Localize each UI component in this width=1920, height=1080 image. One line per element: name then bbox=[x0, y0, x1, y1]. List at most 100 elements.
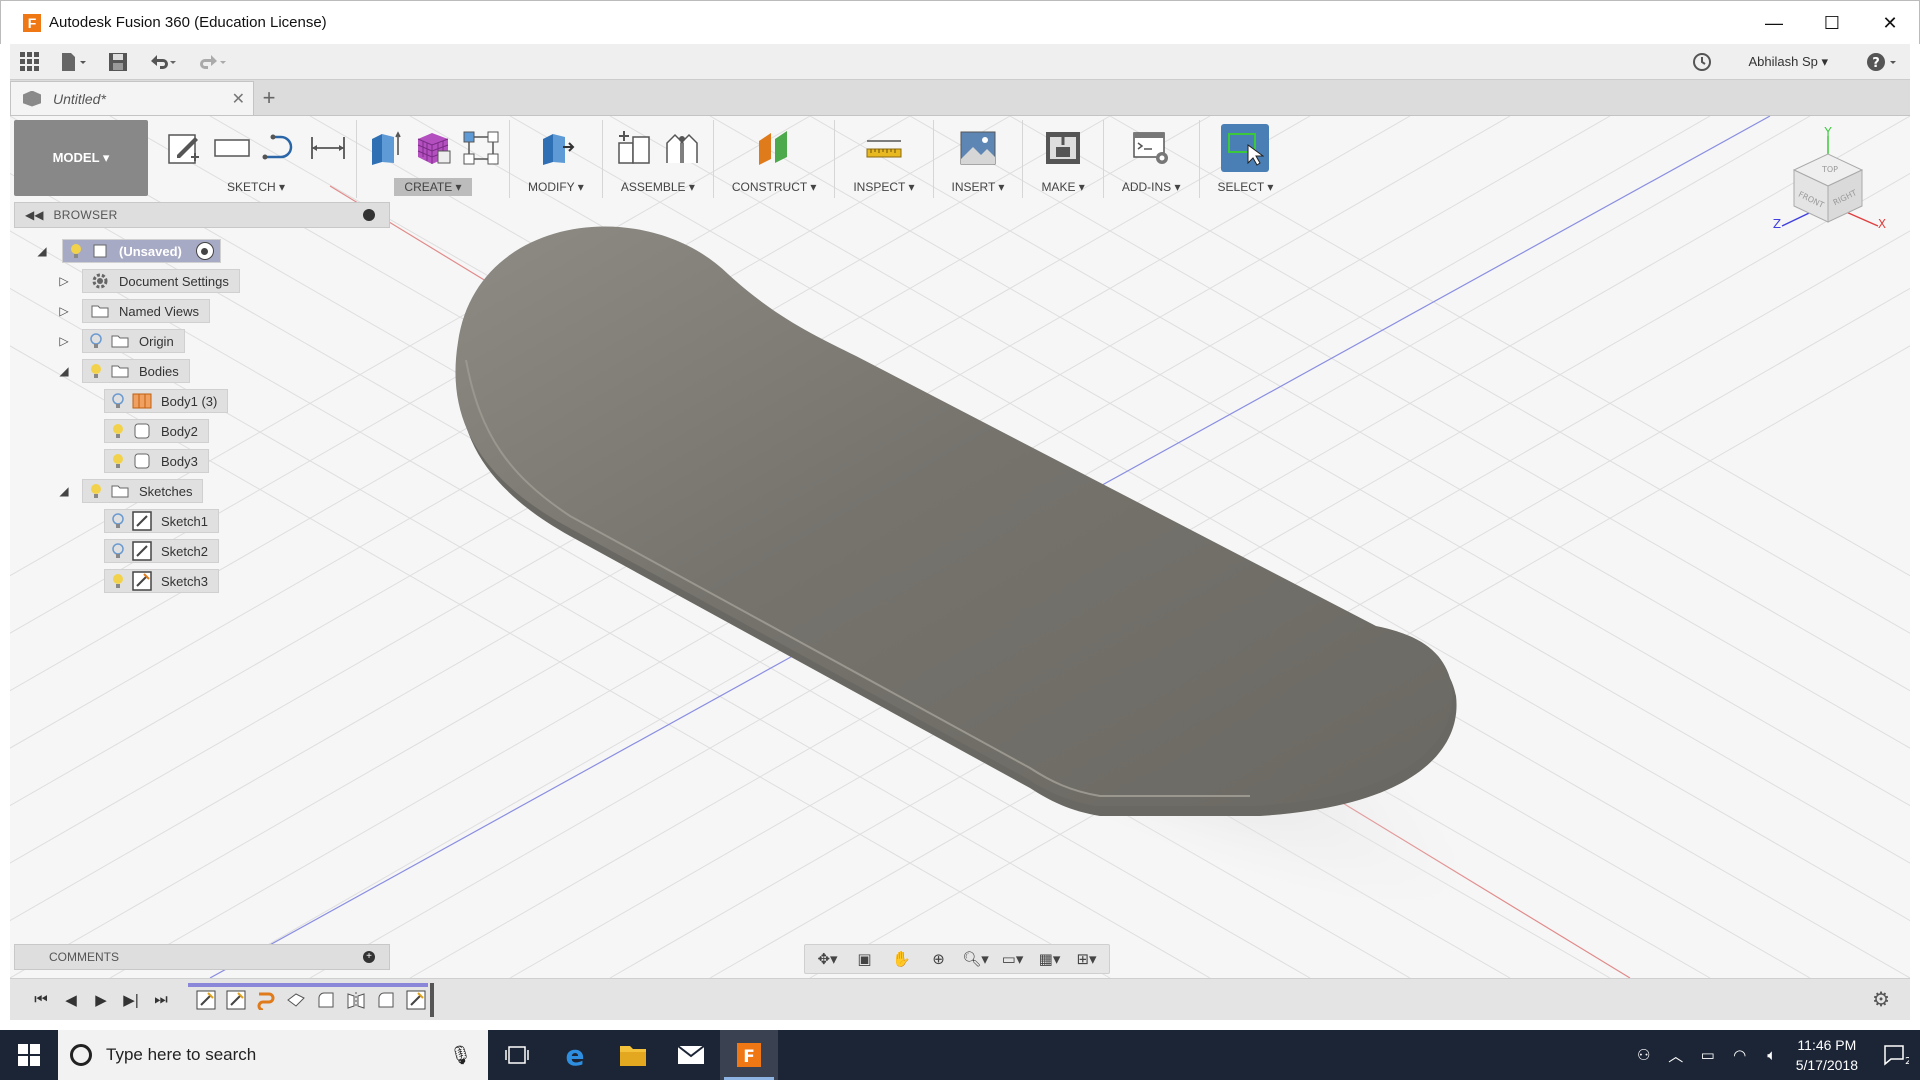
addins-group[interactable]: ADD-INS ▾ bbox=[1104, 120, 1200, 198]
sketch-group[interactable]: SKETCH ▾ bbox=[156, 120, 357, 198]
rectangle-icon[interactable] bbox=[212, 127, 252, 169]
tree-row-root[interactable]: ◢ (Unsaved) bbox=[34, 238, 221, 264]
taskbar-search-box[interactable]: Type here to search 🎙︎ bbox=[58, 1030, 488, 1080]
timeline-fillet-icon[interactable] bbox=[314, 989, 338, 1011]
collapsed-triangle-icon[interactable]: ▷ bbox=[56, 333, 72, 349]
volume-icon[interactable]: 🔈︎ bbox=[1756, 1047, 1788, 1064]
timeline-extrude-icon[interactable] bbox=[284, 989, 308, 1011]
make-menu-label[interactable]: MAKE ▾ bbox=[1031, 178, 1094, 196]
battery-icon[interactable]: ▭ bbox=[1692, 1046, 1724, 1064]
go-to-end-icon[interactable]: ⏭ bbox=[146, 991, 176, 1008]
user-account-menu[interactable]: Abhilash Sp ▾ bbox=[1748, 54, 1828, 70]
redo-icon[interactable] bbox=[188, 44, 238, 80]
canvas-viewport[interactable] bbox=[10, 116, 1910, 978]
help-icon[interactable]: ? bbox=[1856, 44, 1910, 80]
tree-row-sketch3[interactable]: Sketch3 bbox=[104, 568, 219, 594]
wifi-icon[interactable]: ◠ bbox=[1724, 1046, 1756, 1064]
visibility-bulb-icon[interactable] bbox=[69, 243, 83, 259]
expanded-triangle-icon[interactable]: ◢ bbox=[34, 243, 50, 259]
line-icon[interactable] bbox=[260, 127, 300, 169]
tree-node-unsaved[interactable]: (Unsaved) bbox=[62, 239, 221, 263]
tree-node-document-settings[interactable]: Document Settings bbox=[82, 269, 240, 293]
insert-image-icon[interactable] bbox=[958, 127, 998, 169]
orbit-icon[interactable]: ✥▾ bbox=[814, 950, 842, 968]
scripts-addins-icon[interactable] bbox=[1131, 127, 1171, 169]
browser-header[interactable]: ◀◀ BROWSER bbox=[14, 202, 390, 228]
offset-plane-icon[interactable] bbox=[754, 127, 794, 169]
fusion-360-taskbar-icon[interactable]: F bbox=[720, 1030, 778, 1080]
step-forward-icon[interactable]: ▶| bbox=[116, 991, 146, 1009]
look-at-icon[interactable]: ▣ bbox=[851, 950, 879, 968]
windows-start-icon[interactable] bbox=[0, 1030, 58, 1080]
tree-node-body3[interactable]: Body3 bbox=[104, 449, 209, 473]
tree-row-origin[interactable]: ▷ Origin bbox=[56, 328, 185, 354]
people-icon[interactable]: ⚇ bbox=[1628, 1046, 1660, 1064]
timeline-fillet-icon[interactable] bbox=[374, 989, 398, 1011]
tree-row-bodies[interactable]: ◢ Bodies bbox=[56, 358, 190, 384]
show-hidden-icons-chevron-icon[interactable]: ︿ bbox=[1660, 1045, 1692, 1066]
tree-row-named-views[interactable]: ▷ Named Views bbox=[56, 298, 210, 324]
tree-row-body3[interactable]: Body3 bbox=[104, 448, 209, 474]
new-component-icon[interactable] bbox=[614, 127, 654, 169]
data-panel-grid-icon[interactable] bbox=[10, 44, 50, 80]
grid-settings-icon[interactable]: ▦▾ bbox=[1036, 950, 1064, 968]
tree-row-sketch1[interactable]: Sketch1 bbox=[104, 508, 219, 534]
addins-menu-label[interactable]: ADD-INS ▾ bbox=[1112, 178, 1191, 196]
mail-icon[interactable] bbox=[662, 1030, 720, 1080]
go-to-start-icon[interactable]: ⏮ bbox=[26, 991, 56, 1008]
close-tab-icon[interactable]: ✕ bbox=[232, 89, 245, 109]
new-tab-button[interactable]: + bbox=[254, 81, 284, 115]
press-pull-icon[interactable] bbox=[536, 127, 576, 169]
inspect-menu-label[interactable]: INSPECT ▾ bbox=[843, 178, 924, 196]
tree-node-body1[interactable]: Body1 (3) bbox=[104, 389, 229, 413]
joint-icon[interactable] bbox=[662, 127, 702, 169]
visibility-bulb-off-icon[interactable] bbox=[89, 333, 103, 349]
modify-menu-label[interactable]: MODIFY ▾ bbox=[518, 178, 594, 196]
create-sketch-icon[interactable] bbox=[164, 127, 204, 169]
save-icon[interactable] bbox=[98, 44, 138, 80]
assemble-group[interactable]: ASSEMBLE ▾ bbox=[603, 120, 714, 198]
modify-group[interactable]: MODIFY ▾ bbox=[510, 120, 603, 198]
insert-menu-label[interactable]: INSERT ▾ bbox=[942, 178, 1015, 196]
zoom-icon[interactable]: ⊕ bbox=[925, 950, 953, 968]
visibility-bulb-off-icon[interactable] bbox=[111, 543, 125, 559]
measure-icon[interactable] bbox=[864, 127, 904, 169]
visibility-bulb-icon[interactable] bbox=[89, 483, 103, 499]
file-menu-icon[interactable] bbox=[50, 44, 98, 80]
pattern-icon[interactable] bbox=[461, 127, 501, 169]
visibility-bulb-icon[interactable] bbox=[111, 573, 125, 589]
dimension-icon[interactable] bbox=[308, 127, 348, 169]
tree-node-bodies[interactable]: Bodies bbox=[82, 359, 190, 383]
play-icon[interactable]: ▶ bbox=[86, 991, 116, 1009]
file-explorer-icon[interactable] bbox=[604, 1030, 662, 1080]
timeline-mirror-icon[interactable] bbox=[344, 989, 368, 1011]
close-window-button[interactable]: ✕ bbox=[1861, 1, 1919, 45]
tree-node-body2[interactable]: Body2 bbox=[104, 419, 209, 443]
construct-group[interactable]: CONSTRUCT ▾ bbox=[714, 120, 836, 198]
tree-node-sketches[interactable]: Sketches bbox=[82, 479, 204, 503]
pan-hand-icon[interactable]: ✋ bbox=[888, 950, 916, 968]
sketch-menu-label[interactable]: SKETCH ▾ bbox=[217, 178, 295, 196]
collapsed-triangle-icon[interactable]: ▷ bbox=[56, 273, 72, 289]
3d-print-icon[interactable] bbox=[1043, 127, 1083, 169]
select-icon[interactable] bbox=[1221, 124, 1270, 172]
minimize-button[interactable]: — bbox=[1745, 1, 1803, 45]
zoom-window-icon[interactable]: 🔍︎▾ bbox=[962, 950, 990, 968]
collapsed-triangle-icon[interactable]: ▷ bbox=[56, 303, 72, 319]
timeline-track[interactable] bbox=[188, 982, 434, 1017]
tree-row-document-settings[interactable]: ▷ Document Settings bbox=[56, 268, 240, 294]
undo-icon[interactable] bbox=[138, 44, 188, 80]
tab-untitled[interactable]: Untitled* ✕ bbox=[10, 81, 254, 115]
step-back-icon[interactable]: ◀ bbox=[56, 991, 86, 1009]
create-group[interactable]: CREATE ▾ bbox=[357, 120, 510, 198]
construct-menu-label[interactable]: CONSTRUCT ▾ bbox=[722, 178, 826, 196]
job-status-clock-icon[interactable] bbox=[1682, 44, 1722, 80]
tree-node-named-views[interactable]: Named Views bbox=[82, 299, 210, 323]
workspace-switcher[interactable]: MODEL ▾ bbox=[14, 120, 148, 196]
activate-radio-icon[interactable] bbox=[195, 242, 214, 260]
tree-node-sketch3[interactable]: Sketch3 bbox=[104, 569, 219, 593]
form-icon[interactable] bbox=[413, 127, 453, 169]
expanded-triangle-icon[interactable]: ◢ bbox=[56, 363, 72, 379]
comments-panel[interactable]: COMMENTS + bbox=[14, 944, 390, 970]
select-menu-label[interactable]: SELECT ▾ bbox=[1208, 178, 1284, 196]
